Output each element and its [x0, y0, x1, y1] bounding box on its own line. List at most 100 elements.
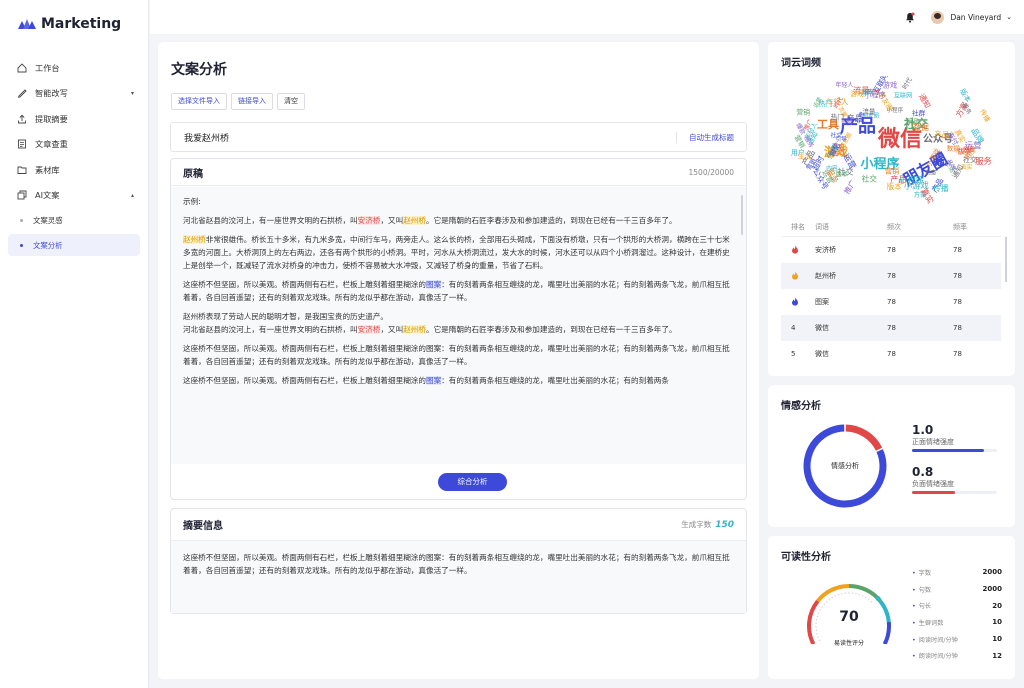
cloud-word: 社群: [912, 109, 926, 118]
sidebar-item-label: 素材库: [35, 164, 60, 175]
summary-count: 生成字数 150: [681, 520, 734, 530]
flame-orange-icon: [781, 271, 815, 282]
original-text-editor[interactable]: 示例: 河北省赵县的洨河上，有一座世界文明的石拱桥，叫安济桥，又叫赵州桥。它是隋…: [171, 187, 746, 464]
paragraph: 赵州桥表现了劳动人民的聪明才智，是我国宝贵的历史遗产。 河北省赵县的洨河上，有一座…: [183, 312, 677, 334]
folder-icon: [17, 165, 30, 175]
original-text-count: 1500/20000: [688, 167, 734, 177]
scrollbar[interactable]: [741, 195, 743, 235]
cloud-word: 新品: [906, 116, 919, 125]
rate-cell: 78: [953, 246, 962, 254]
cloud-word: 传播: [978, 107, 993, 123]
top-bar: Dan Vineyard ⌄: [150, 0, 1024, 34]
cloud-word: 通知: [917, 92, 933, 110]
app-name: Marketing: [41, 16, 122, 32]
positive-label: 正面情绪强度: [912, 438, 954, 446]
summary-card: 摘要信息 生成字数 150 这座桥不但坚固，所以美观。桥面两侧有石栏，栏板上雕刻着…: [170, 508, 747, 614]
main-panel: 文案分析 选择文件导入 链接导入 清空 我爱赵州桥 自动生成标题 原稿 1500…: [158, 42, 759, 679]
flame-red-icon: [781, 245, 815, 256]
document-icon: [17, 139, 30, 149]
flame-blue-icon: [781, 297, 815, 308]
sidebar-subitem-copy-inspiration[interactable]: 文案灵感: [8, 209, 140, 231]
caret-up-icon: ▴: [130, 191, 134, 199]
pen-icon: [17, 88, 30, 98]
table-row[interactable]: 安济桥 78 78: [781, 237, 1001, 263]
cloud-word: 营销: [796, 107, 810, 116]
word-cell: 微信: [815, 350, 829, 358]
sidebar-item-material-library[interactable]: 素材库: [0, 157, 148, 183]
cloud-word: 引导: [835, 135, 847, 143]
sidebar-subitem-label: 文案分析: [33, 240, 63, 250]
gauge-segment: [816, 584, 850, 603]
article-title-value[interactable]: 我爱赵州桥: [184, 131, 676, 144]
positive-bar: [912, 449, 997, 452]
cloud-word: 小程序: [899, 175, 924, 185]
rank-cell: 4: [791, 324, 796, 332]
sidebar-subitem-copy-analysis[interactable]: 文案分析: [8, 234, 140, 256]
summary-count-value: 150: [715, 520, 734, 530]
cloud-word: 互联网: [894, 92, 913, 100]
original-text-title: 原稿: [183, 168, 203, 180]
table-scrollbar[interactable]: [1005, 237, 1007, 282]
stat-row: 生僻词数10: [912, 614, 1002, 631]
sentiment-panel: 情感分析 情感分析 1.0 正面情绪强度 0.8 负面情绪强度: [768, 385, 1015, 527]
table-row[interactable]: 图案 78 78: [781, 289, 1001, 315]
stat-row: 字数2000: [912, 564, 1002, 581]
cloud-word: 游戏: [883, 81, 897, 90]
table-row[interactable]: 4 微信 78 78: [781, 315, 1001, 341]
word-frequency-table: 排名 词语 频次 频率 安济桥 78 78 赵州桥 78 78 图案 78 78…: [781, 217, 1001, 367]
cloud-word: 时代: [901, 76, 915, 91]
cloud-word: 创意: [925, 168, 937, 176]
original-text-card: 原稿 1500/20000 示例: 河北省赵县的洨河上，有一座世界文明的石拱桥，…: [170, 158, 747, 500]
home-icon: [17, 63, 30, 73]
original-text-header: 原稿 1500/20000: [171, 159, 746, 186]
bullet-icon: [20, 243, 23, 247]
summary-header: 摘要信息 生成字数 150: [171, 509, 746, 541]
freq-cell: 78: [887, 324, 896, 332]
rank-cell: 5: [791, 350, 796, 358]
sidebar-item-extract-summary[interactable]: 提取摘要: [0, 106, 148, 132]
readability-panel: 可读性分析 70 易读性评分 字数2000 句数2000 句长20 生僻词数10…: [768, 536, 1015, 679]
column-header: 频次: [887, 222, 901, 231]
positive-stat: 1.0 正面情绪强度: [912, 423, 997, 452]
keyword-highlight: 赵州桥: [403, 216, 426, 225]
bell-icon[interactable]: [905, 12, 915, 23]
stat-row: 句数2000: [912, 581, 1002, 598]
word-cloud: 产品微信朋友圈小程序游戏社交工具公众号互联网小程序服务 真实流量版本社交方案真实社…: [791, 76, 993, 204]
user-menu[interactable]: Dan Vineyard ⌄: [931, 10, 1012, 24]
rate-cell: 78: [953, 350, 962, 358]
sidebar-item-duplicate-check[interactable]: 文章查重: [0, 132, 148, 158]
article-title-field[interactable]: 我爱赵州桥 自动生成标题: [170, 122, 747, 152]
negative-value: 0.8: [912, 465, 934, 479]
table-row[interactable]: 赵州桥 78 78: [781, 263, 1001, 289]
sidebar-item-ai-copy[interactable]: AI文案 ▴: [0, 183, 148, 209]
cloud-word: 传播: [933, 183, 949, 193]
avatar: [931, 10, 945, 24]
sidebar-item-workbench[interactable]: 工作台: [0, 55, 148, 81]
link-import-button[interactable]: 链接导入: [231, 93, 273, 110]
sidebar-item-rewrite[interactable]: 智能改写 ▾: [0, 81, 148, 107]
example-label: 示例:: [183, 197, 201, 206]
sidebar-subitem-label: 文案灵感: [33, 215, 63, 225]
sidebar-item-label: AI文案: [35, 190, 60, 201]
select-file-button[interactable]: 选择文件导入: [171, 93, 227, 110]
cloud-word: 年轻人: [835, 81, 853, 89]
analyze-button[interactable]: 综合分析: [438, 473, 507, 491]
keyword-highlight: 安济桥: [357, 216, 381, 225]
positive-bar-fill: [912, 449, 985, 452]
paragraph: 赵州桥非常很雄伟。桥长五十多米，有九米多宽，中间行车马，两旁走人。这么长的桥，全…: [183, 235, 730, 270]
table-row[interactable]: 5 微信 78 78: [781, 341, 1001, 367]
sentiment-title: 情感分析: [781, 401, 821, 412]
cloud-word: 热门: [818, 99, 832, 108]
cloud-word: 热门: [831, 113, 845, 122]
auto-title-button[interactable]: 自动生成标题: [676, 131, 746, 143]
clear-button[interactable]: 清空: [277, 93, 305, 110]
word-cloud-panel: 词云词频 产品 微信 朋友圈 小程序 游戏 社交 工具 公众号 互联网 小程序 服务 真实 流量 版本 社交…: [768, 42, 1015, 376]
negative-label: 负面情绪强度: [912, 480, 954, 488]
column-header: 频率: [953, 222, 967, 231]
cloud-word: 社交: [862, 174, 878, 184]
cloud-word: 游戏: [850, 89, 864, 98]
rate-cell: 78: [953, 324, 962, 332]
caret-down-icon: ▾: [130, 89, 134, 97]
keyword-highlight: 赵州桥: [183, 235, 206, 244]
app-logo[interactable]: Marketing: [0, 0, 148, 48]
